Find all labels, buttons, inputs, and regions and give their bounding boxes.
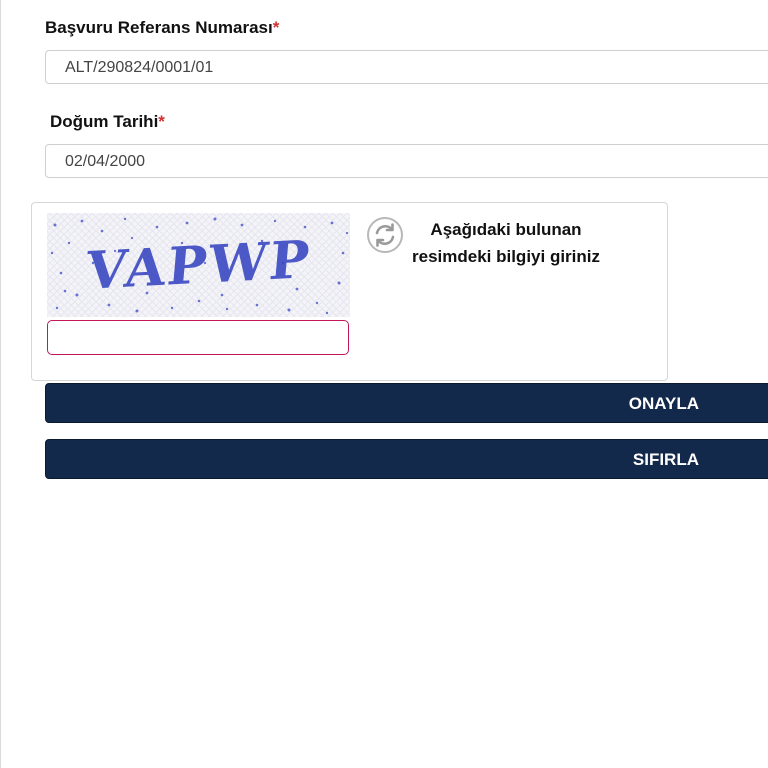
reset-button[interactable]: SIFIRLA bbox=[45, 439, 768, 479]
reference-number-field[interactable]: ALT/290824/0001/01 bbox=[45, 50, 768, 84]
confirm-button[interactable]: ONAYLA bbox=[45, 383, 768, 423]
captcha-instruction-line2: resimdeki bilgiyi giriniz bbox=[412, 247, 600, 266]
reset-button-label: SIFIRLA bbox=[632, 450, 699, 469]
required-mark: * bbox=[272, 18, 280, 37]
required-mark: * bbox=[158, 112, 165, 131]
birth-date-label: Doğum Tarihi* bbox=[50, 112, 165, 132]
confirm-button-label: ONAYLA bbox=[628, 394, 699, 413]
birth-date-field[interactable]: 02/04/2000 bbox=[45, 144, 768, 178]
birth-date-label-text: Doğum Tarihi bbox=[50, 112, 159, 131]
captcha-instruction-line1: Aşağıdaki bulunan bbox=[430, 220, 582, 239]
page-left-border bbox=[0, 0, 1, 768]
captcha-instruction: Aşağıdaki bulunan resimdeki bilgiyi giri… bbox=[396, 216, 616, 270]
reference-number-value: ALT/290824/0001/01 bbox=[65, 59, 214, 76]
application-query-page: Başvuru Referans Numarası* ALT/290824/00… bbox=[0, 0, 768, 768]
captcha-text: VAPWP bbox=[83, 229, 314, 302]
birth-date-value: 02/04/2000 bbox=[65, 153, 146, 170]
captcha-image: VAPWP bbox=[47, 213, 350, 317]
reference-number-label: Başvuru Referans Numarası* bbox=[45, 18, 279, 38]
reference-number-label-text: Başvuru Referans Numarası bbox=[45, 18, 273, 37]
captcha-input[interactable] bbox=[47, 320, 349, 355]
